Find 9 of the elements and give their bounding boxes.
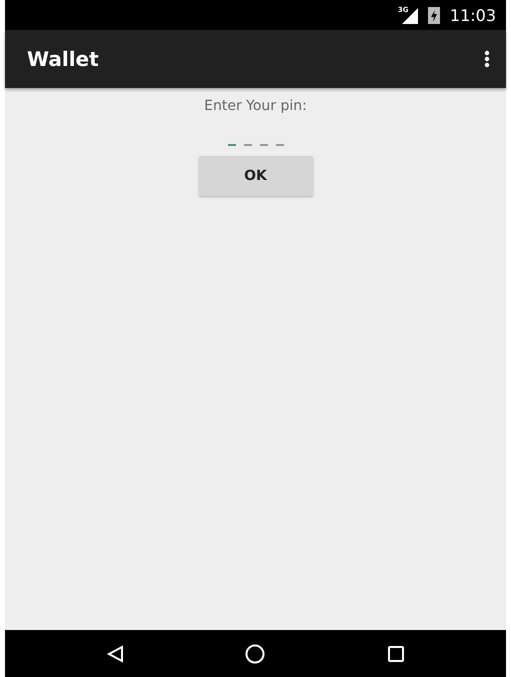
back-icon[interactable] xyxy=(106,644,124,662)
app-title: Wallet xyxy=(27,47,99,71)
pin-prompt: Enter Your pin: xyxy=(204,98,307,114)
ok-button[interactable]: OK xyxy=(198,156,312,196)
menu-icon[interactable] xyxy=(484,50,490,68)
clock: 11:03 xyxy=(450,6,496,24)
home-icon[interactable] xyxy=(245,644,266,664)
recents-icon[interactable] xyxy=(387,644,406,662)
battery-icon xyxy=(428,6,440,24)
